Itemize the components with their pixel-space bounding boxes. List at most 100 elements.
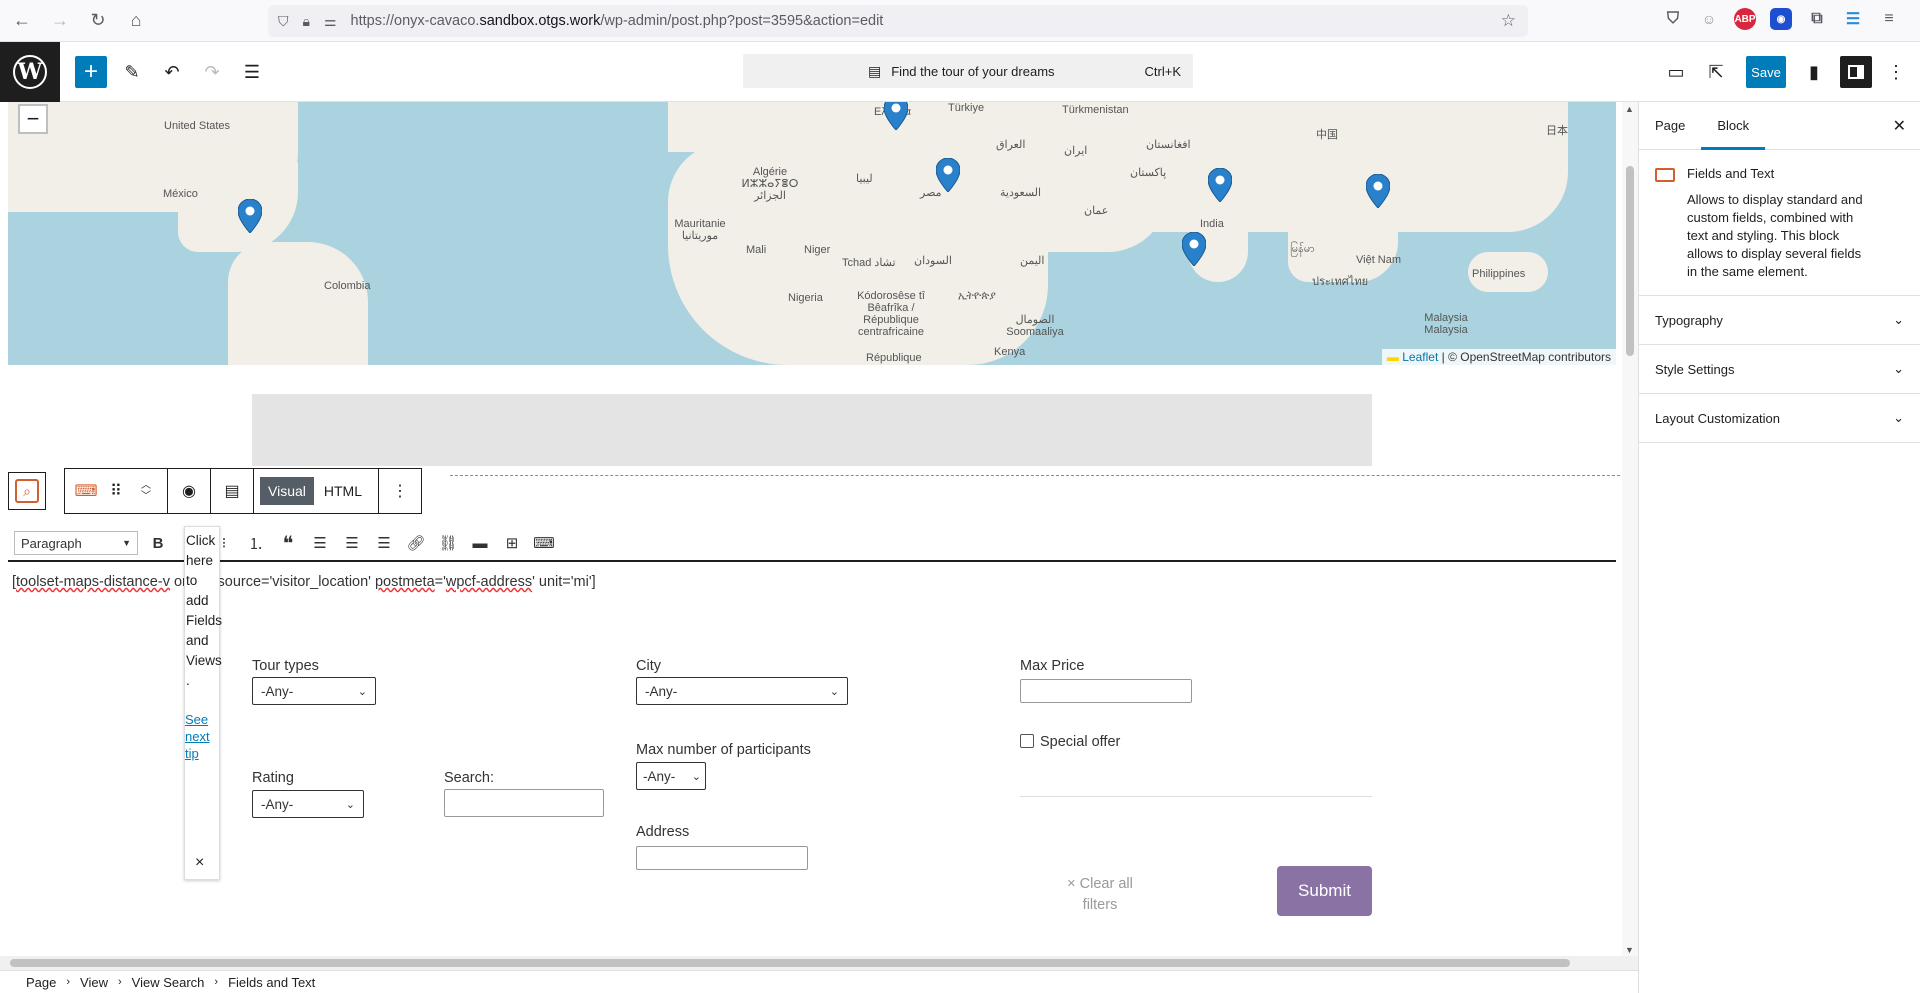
- max-price-input[interactable]: [1020, 679, 1192, 703]
- horizontal-scrollbar[interactable]: [0, 956, 1638, 970]
- back-icon[interactable]: ←: [6, 5, 38, 37]
- tour-types-label: Tour types: [252, 658, 319, 674]
- tour-types-select[interactable]: -Any- ⌄: [252, 677, 376, 705]
- forward-icon[interactable]: →: [44, 5, 76, 37]
- redo-icon[interactable]: ↷: [196, 56, 228, 88]
- chevron-right-icon: ›: [118, 976, 122, 988]
- leaflet-link[interactable]: ▬ Leaflet: [1387, 350, 1438, 364]
- max-participants-select[interactable]: -Any- ⌄: [636, 762, 706, 790]
- chevron-right-icon: ›: [214, 976, 219, 988]
- fields-views-icon[interactable]: ⊞: [496, 534, 528, 552]
- block-inserter-button[interactable]: +: [75, 56, 107, 88]
- divider: [1020, 796, 1372, 797]
- pocket-icon[interactable]: ⛉: [1662, 8, 1684, 30]
- command-palette-bar[interactable]: ▤ Find the tour of your dreams Ctrl+K: [743, 54, 1193, 88]
- settings-toggle-icon[interactable]: [1840, 56, 1872, 88]
- close-icon[interactable]: ✕: [1893, 116, 1906, 136]
- menu-icon[interactable]: ≡: [1878, 8, 1900, 30]
- password-manager-icon[interactable]: ◉: [1770, 8, 1792, 30]
- profile-icon[interactable]: ☰: [1842, 8, 1864, 30]
- search-input[interactable]: [444, 789, 604, 817]
- map-label: 日本: [1546, 125, 1568, 137]
- breadcrumb-item[interactable]: View: [80, 975, 108, 990]
- address-bar[interactable]: ⛉ 🔒︎ ⚌ https://onyx-cavaco.sandbox.otgs.…: [268, 5, 1528, 37]
- options-menu-icon[interactable]: ⋮: [1880, 56, 1912, 88]
- align-right-icon[interactable]: ☰: [368, 534, 400, 552]
- read-more-icon[interactable]: ▬: [464, 535, 496, 552]
- map-marker-icon[interactable]: [884, 102, 908, 130]
- bold-icon[interactable]: B: [142, 535, 174, 552]
- map-block[interactable]: − United States México Colombia Algérie …: [8, 102, 1616, 365]
- see-next-tip-link[interactable]: See next tip: [185, 711, 219, 762]
- preview-device-icon[interactable]: ▭: [1660, 56, 1692, 88]
- drag-handle-icon[interactable]: ⠿: [101, 476, 131, 506]
- vertical-scrollbar[interactable]: ▲ ▼: [1622, 102, 1638, 957]
- map-label: اليمن: [1020, 255, 1045, 267]
- panel-layout-customization[interactable]: Layout Customization ⌄: [1639, 394, 1920, 443]
- visual-mode-button[interactable]: Visual: [260, 477, 314, 505]
- toolbar-group-clipboard: ▤: [211, 469, 254, 513]
- more-options-icon[interactable]: ⋮: [385, 476, 415, 506]
- clipboard-icon[interactable]: ▤: [217, 476, 247, 506]
- map-marker-icon[interactable]: [238, 199, 262, 233]
- close-tip-icon[interactable]: ×: [195, 853, 204, 873]
- blockquote-icon[interactable]: ❝: [272, 531, 304, 556]
- tab-block[interactable]: Block: [1701, 102, 1765, 150]
- address-input[interactable]: [636, 846, 808, 870]
- reload-icon[interactable]: ↻: [82, 5, 114, 37]
- move-up-down-icon[interactable]: ︿ ﹀: [131, 476, 161, 506]
- undo-icon[interactable]: ↶: [156, 56, 188, 88]
- submit-button[interactable]: Submit: [1277, 866, 1372, 916]
- home-icon[interactable]: ⌂: [120, 5, 152, 37]
- city-label: City: [636, 658, 661, 674]
- city-select[interactable]: -Any- ⌄: [636, 677, 848, 705]
- adblock-icon[interactable]: ABP: [1734, 8, 1756, 30]
- save-button[interactable]: Save: [1746, 56, 1786, 88]
- puzzle-icon[interactable]: ⧉: [1806, 8, 1828, 30]
- map-label: ليبيا: [856, 173, 873, 185]
- breadcrumb-item[interactable]: Fields and Text: [228, 975, 315, 990]
- numbered-list-icon[interactable]: ⒈: [240, 533, 272, 554]
- chevron-down-icon: ⌄: [1893, 410, 1904, 425]
- breadcrumb-item[interactable]: Page: [26, 975, 56, 990]
- panel-typography[interactable]: Typography ⌄: [1639, 296, 1920, 345]
- tab-page[interactable]: Page: [1639, 102, 1701, 150]
- map-marker-icon[interactable]: [1366, 174, 1390, 208]
- document-overview-icon[interactable]: ☰: [236, 56, 268, 88]
- tinymce-toolbar: Paragraph ▼ B ⁝ ⒈ ❝ ☰ ☰ ☰ 🔗︎ ⛓ ▬ ⊞ ⌨: [8, 526, 1616, 562]
- view-external-icon[interactable]: ⇱: [1700, 56, 1732, 88]
- map-marker-icon[interactable]: [1208, 168, 1232, 202]
- special-offer-checkbox[interactable]: [1020, 734, 1034, 748]
- map-label: Malaysia Malaysia: [1424, 312, 1468, 336]
- toolset-icon[interactable]: ▮: [1798, 56, 1830, 88]
- tools-pencil-icon[interactable]: ✎: [116, 56, 148, 88]
- map-label: ایران: [1064, 145, 1088, 157]
- link-icon[interactable]: 🔗︎: [400, 534, 432, 552]
- panel-style-settings[interactable]: Style Settings ⌄: [1639, 345, 1920, 394]
- toolbar-group-move: ⌨ ⠿ ︿ ﹀: [65, 469, 168, 513]
- rating-select[interactable]: -Any- ⌄: [252, 790, 364, 818]
- extension-icon[interactable]: ☺: [1698, 8, 1720, 30]
- guided-tip-popover: Click here to add Fields and Views. See …: [184, 526, 222, 880]
- bookmark-star-icon[interactable]: ☆: [1501, 11, 1516, 31]
- unlink-icon[interactable]: ⛓: [432, 534, 464, 552]
- align-left-icon[interactable]: ☰: [304, 534, 336, 552]
- toolbar-toggle-icon[interactable]: ⌨: [528, 534, 560, 552]
- map-label: Algérie ⵍⵣⵣⴰⵢⴻⵔ الجزائر: [741, 166, 799, 202]
- map-marker-icon[interactable]: [1182, 232, 1206, 266]
- parent-block-button[interactable]: ⌕: [8, 472, 46, 510]
- align-center-icon[interactable]: ☰: [336, 534, 368, 552]
- fields-text-icon[interactable]: ⌨: [71, 476, 101, 506]
- breadcrumb-item[interactable]: View Search: [132, 975, 205, 990]
- shortcode-text[interactable]: [toolset-maps-distance-v origin_source='…: [12, 574, 596, 590]
- format-select[interactable]: Paragraph ▼: [14, 531, 138, 555]
- settings-sidebar: Page Block ✕ Fields and Text Allows to d…: [1638, 102, 1920, 993]
- wordpress-logo-icon[interactable]: W: [0, 42, 60, 102]
- map-marker-icon[interactable]: [936, 158, 960, 192]
- clear-filters-link[interactable]: × Clear all filters: [1063, 874, 1137, 916]
- zoom-out-button[interactable]: −: [18, 104, 48, 134]
- shield-icon: ⛉: [278, 12, 289, 29]
- preview-icon[interactable]: ◉: [174, 476, 204, 506]
- html-mode-button[interactable]: HTML: [314, 477, 372, 505]
- max-participants-label: Max number of participants: [636, 742, 811, 758]
